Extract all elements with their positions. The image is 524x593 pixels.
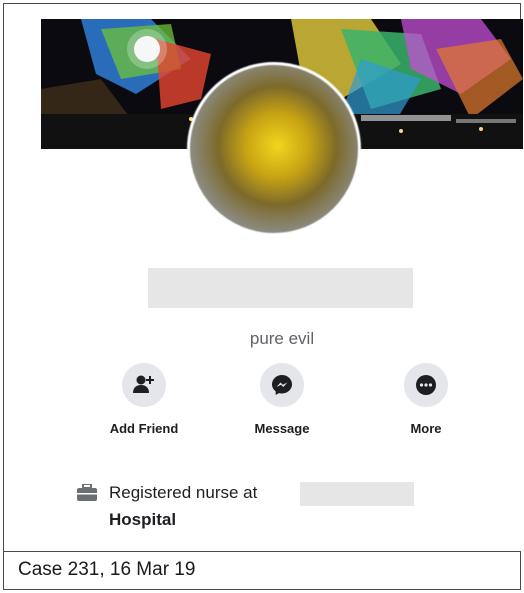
messenger-icon bbox=[260, 363, 304, 407]
more-label: More bbox=[410, 421, 442, 436]
profile-picture[interactable] bbox=[187, 62, 361, 236]
redacted-profile-name bbox=[148, 268, 413, 308]
profile-card: pure evil Add Friend Message More Regist… bbox=[41, 19, 523, 552]
message-label: Message bbox=[254, 421, 310, 436]
add-friend-button[interactable]: Add Friend bbox=[89, 363, 199, 436]
more-button[interactable]: More bbox=[371, 363, 481, 436]
briefcase-icon bbox=[77, 483, 97, 507]
message-button[interactable]: Message bbox=[227, 363, 337, 436]
add-friend-label: Add Friend bbox=[109, 421, 179, 436]
job-title: Registered nurse at bbox=[109, 483, 258, 502]
redacted-employer bbox=[300, 482, 414, 506]
case-caption: Case 231, 16 Mar 19 bbox=[18, 559, 196, 580]
add-friend-icon bbox=[122, 363, 166, 407]
profile-bio: pure evil bbox=[249, 329, 315, 348]
employer-hospital: Hospital bbox=[109, 510, 177, 529]
more-icon bbox=[404, 363, 448, 407]
caption-divider bbox=[3, 551, 521, 552]
